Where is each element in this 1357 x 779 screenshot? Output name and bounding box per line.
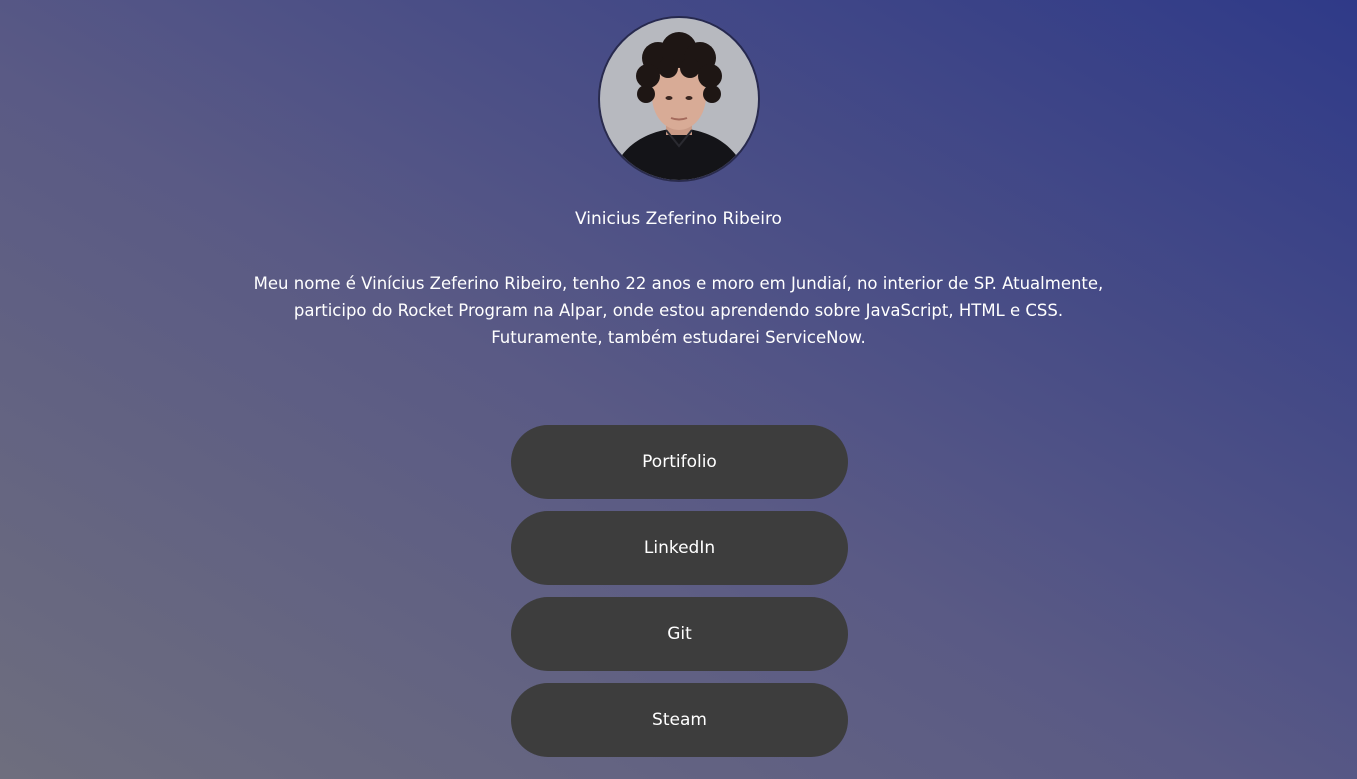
link-list: Portifolio LinkedIn Git Steam (511, 425, 848, 769)
bio-line: participo do Rocket Program na Alpar, on… (293, 301, 1064, 320)
bio-line: Futuramente, também estudarei ServiceNow… (491, 328, 866, 347)
profile-name: Vinicius Zeferino Ribeiro (575, 209, 782, 229)
steam-link-button[interactable]: Steam (511, 683, 848, 757)
profile-bio: Meu nome é Vinícius Zeferino Ribeiro, te… (200, 270, 1157, 351)
profile-avatar (600, 18, 758, 180)
bio-line: Meu nome é Vinícius Zeferino Ribeiro, te… (253, 274, 1104, 293)
portfolio-link-button[interactable]: Portifolio (511, 425, 848, 499)
git-link-button[interactable]: Git (511, 597, 848, 671)
linkedin-link-button[interactable]: LinkedIn (511, 511, 848, 585)
